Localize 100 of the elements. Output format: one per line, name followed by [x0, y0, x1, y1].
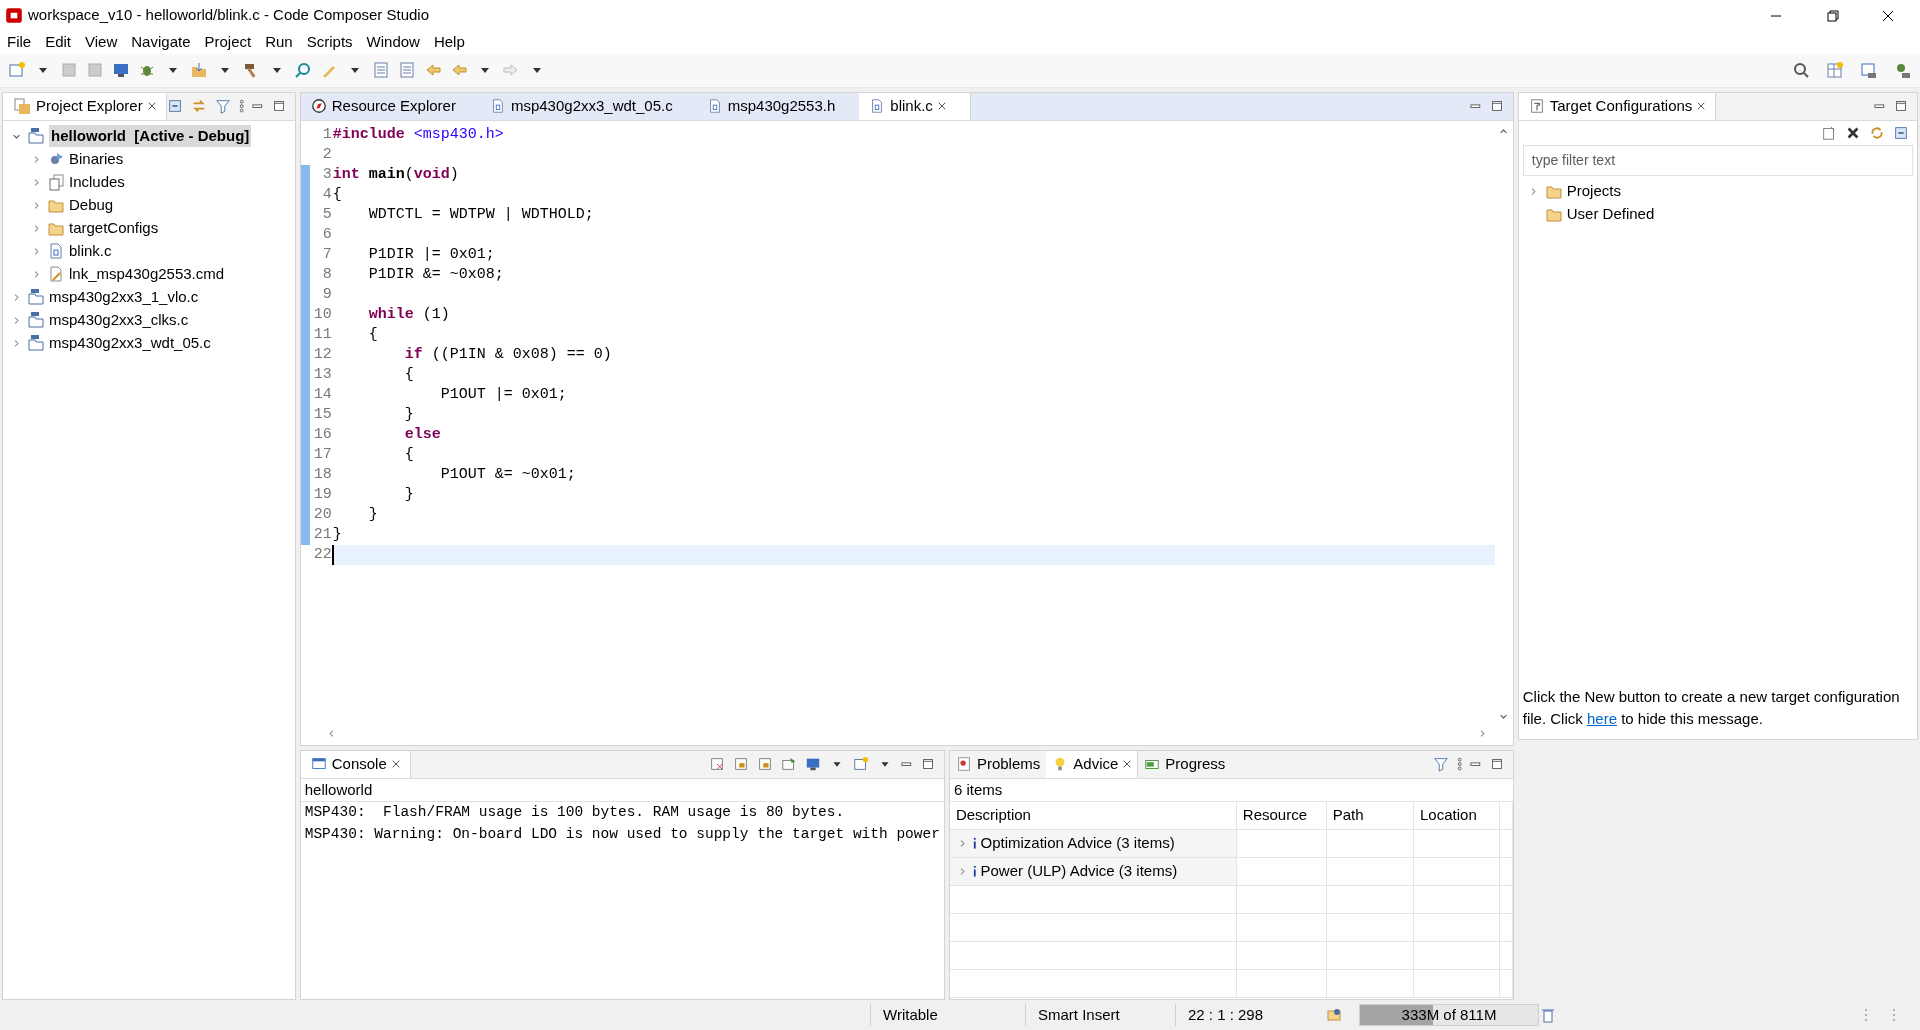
line-number: 8 — [321, 264, 332, 285]
filter-icon[interactable] — [214, 98, 231, 115]
console-line: MSP430: Warning: On-board LDO is now used to supply the target with power — [304, 824, 940, 844]
minimize-icon — [1770, 14, 1782, 17]
collapse-all-icon[interactable] — [166, 98, 183, 115]
import-folder-icon[interactable] — [190, 61, 208, 80]
menu-item[interactable]: Edit — [38, 30, 79, 54]
clear-console-icon[interactable] — [709, 756, 726, 773]
monitor-icon[interactable] — [805, 756, 822, 773]
status-text: Writable — [883, 1004, 938, 1025]
tree-item[interactable]: Includes — [69, 170, 125, 194]
tree-item[interactable]: Debug — [69, 193, 114, 217]
new-file-icon[interactable] — [8, 61, 26, 80]
monitor-icon[interactable] — [112, 61, 130, 80]
code-line: } — [403, 484, 415, 505]
scroll-lock-icon[interactable] — [733, 756, 750, 773]
tree-item[interactable]: msp430g2xx3_1_vlo.c — [49, 285, 199, 309]
perspective-icon[interactable] — [1826, 61, 1844, 80]
menu-item[interactable]: Navigate — [124, 30, 198, 54]
line-number: 1 — [321, 124, 332, 145]
line-number: 21 — [312, 524, 332, 545]
line-number: 13 — [312, 364, 332, 385]
line-number: 19 — [312, 484, 332, 505]
collapse-all-icon[interactable] — [1893, 124, 1909, 141]
status-text: Smart Insert — [1038, 1004, 1120, 1025]
window-title: workspace_v10 - helloworld/blink.c - Code Composer Studio — [28, 4, 430, 25]
menu-item[interactable]: Help — [426, 30, 472, 54]
view-menu-icon[interactable] — [238, 99, 245, 114]
line-number: 14 — [312, 384, 332, 405]
close-icon[interactable] — [1697, 102, 1706, 111]
minimize-icon[interactable] — [1874, 103, 1885, 109]
code-line: { — [367, 324, 379, 345]
close-icon[interactable] — [1123, 760, 1132, 769]
new-file-icon[interactable] — [853, 756, 870, 773]
code-line: if ((P1IN & 0x08) == 0) — [403, 344, 613, 365]
new-config-icon[interactable] — [1821, 124, 1837, 141]
search-icon[interactable] — [294, 61, 312, 80]
hide-message-link[interactable]: here — [1586, 710, 1617, 728]
line-number: 11 — [312, 324, 332, 345]
status-text: 22 : 1 : 298 — [1188, 1004, 1264, 1025]
tree-item[interactable]: User Defined — [1566, 202, 1655, 226]
filter-field[interactable]: type filter text — [1522, 144, 1913, 176]
code-line: } — [331, 524, 343, 545]
project-folder-icon — [27, 288, 45, 307]
column-header[interactable]: Path — [1326, 801, 1414, 830]
search-icon[interactable] — [1792, 61, 1810, 80]
code-line: { — [331, 184, 343, 205]
debug-perspective-icon[interactable] — [1894, 61, 1912, 80]
item-count: 6 items — [952, 779, 1004, 800]
editor-tab[interactable]: Resource Explorer — [300, 92, 480, 120]
minimize-icon[interactable] — [252, 103, 263, 109]
line-number: 20 — [312, 504, 332, 525]
trash-icon[interactable] — [1539, 1006, 1557, 1025]
panel-tab[interactable]: Console — [300, 750, 411, 778]
tree-item[interactable]: Projects — [1566, 179, 1621, 203]
tree-item[interactable]: msp430g2xx3_wdt_05.c — [49, 331, 211, 355]
menu-item[interactable]: View — [78, 30, 125, 54]
minimize-icon[interactable] — [1470, 761, 1481, 767]
close-icon[interactable] — [147, 102, 156, 111]
code-line: { — [403, 444, 415, 465]
column-header[interactable]: Resource — [1236, 801, 1327, 830]
tree-item[interactable]: msp430g2xx3_clks.c — [49, 308, 189, 332]
project-folder-icon — [27, 127, 45, 146]
menu-item[interactable]: Project — [197, 30, 259, 54]
tree-item[interactable]: Binaries — [69, 147, 124, 171]
editor-tab[interactable]: msp430g2553.h — [696, 92, 860, 120]
editor-tab[interactable]: blink.c — [859, 92, 971, 120]
close-icon[interactable] — [391, 760, 400, 769]
pin-console-icon[interactable] — [781, 756, 798, 773]
minimize-icon[interactable] — [1470, 103, 1481, 109]
info-icon — [972, 865, 977, 878]
tree-item[interactable]: helloworld [Active - Debug] — [49, 124, 252, 148]
panel-tab[interactable]: Project Explorer — [3, 92, 167, 120]
menu-item[interactable]: Window — [359, 30, 427, 54]
code-line: P1DIR |= 0x01; — [367, 244, 496, 265]
editor-tab[interactable]: msp430g2xx3_wdt_05.c — [479, 92, 697, 120]
edit-perspective-icon[interactable] — [1860, 61, 1878, 80]
line-number: 5 — [321, 204, 332, 225]
menu-item[interactable]: File — [0, 30, 39, 54]
line-number: 6 — [321, 224, 332, 245]
column-header[interactable]: Location — [1413, 801, 1500, 830]
menu-item[interactable]: Run — [258, 30, 300, 54]
tree-item[interactable]: lnk_msp430g2553.cmd — [69, 262, 225, 286]
info-message: Click the New button to create a new target configuration file. Click here to hide this message. — [1521, 686, 1901, 730]
tree-item[interactable]: blink.c — [69, 239, 112, 263]
tree-item[interactable]: targetConfigs — [69, 216, 159, 240]
view-menu-icon[interactable] — [1456, 757, 1463, 772]
close-icon[interactable] — [937, 102, 946, 111]
filter-icon[interactable] — [1432, 756, 1449, 773]
refresh-icon[interactable] — [1869, 124, 1885, 141]
column-header[interactable]: Description — [949, 801, 1237, 830]
minimize-icon[interactable] — [901, 761, 912, 767]
panel-tab[interactable]: Problems — [949, 750, 1047, 778]
menu-item[interactable]: Scripts — [299, 30, 360, 54]
panel-tab[interactable]: Progress — [1138, 750, 1232, 778]
panel-tab[interactable]: Target Configurations — [1518, 92, 1717, 120]
scroll-lock-icon[interactable] — [757, 756, 774, 773]
line-number: 3 — [321, 164, 332, 185]
panel-tab[interactable]: Advice — [1046, 750, 1139, 778]
line-number: 2 — [321, 144, 332, 165]
